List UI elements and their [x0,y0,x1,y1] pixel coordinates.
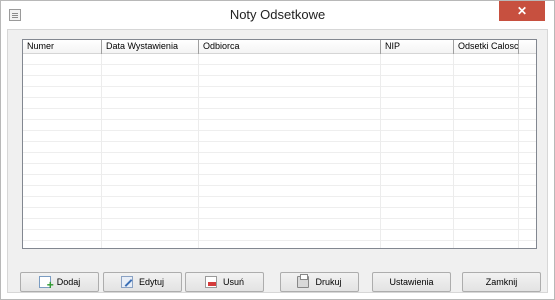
settings-button[interactable]: Ustawienia [372,272,451,292]
window-title: Noty Odsetkowe [229,7,326,22]
settings-button-label: Ustawienia [389,277,434,287]
edit-button-label: Edytuj [138,277,164,287]
column-gridline [198,54,199,248]
add-button-label: Dodaj [56,277,81,287]
client-area: Numer Data Wystawienia Odbiorca NIP Odse… [7,29,548,293]
column-header-nip[interactable]: NIP [381,40,454,54]
title-bar: Noty Odsetkowe ✕ [1,1,554,29]
printer-icon [297,274,310,288]
notes-list[interactable]: Numer Data Wystawienia Odbiorca NIP Odse… [22,39,537,249]
add-button[interactable]: Dodaj [20,272,99,292]
column-gridline [380,54,381,248]
app-window: Noty Odsetkowe ✕ Numer Data Wystawienia … [0,0,555,300]
edit-pencil-icon [120,276,133,288]
close-button[interactable]: Zamknij [462,272,541,292]
print-button[interactable]: Drukuj [280,272,359,292]
edit-button[interactable]: Edytuj [103,272,182,292]
column-header-numer[interactable]: Numer [23,40,102,54]
column-gridline [101,54,102,248]
column-header-odbiorca[interactable]: Odbiorca [199,40,381,54]
window-close-button[interactable]: ✕ [499,1,545,21]
delete-document-icon [204,276,217,288]
column-gridline [453,54,454,248]
close-button-label: Zamknij [485,277,518,287]
print-button-label: Drukuj [315,277,342,287]
column-header-odsetki-calosc[interactable]: Odsetki Calosc [454,40,519,54]
delete-button-label: Usuń [222,277,244,287]
add-document-icon [38,276,54,292]
column-gridline [518,54,519,248]
column-header-data-wystawienia[interactable]: Data Wystawienia [102,40,199,54]
delete-button[interactable]: Usuń [185,272,264,292]
list-body[interactable] [23,54,536,248]
list-header: Numer Data Wystawienia Odbiorca NIP Odse… [23,40,536,54]
